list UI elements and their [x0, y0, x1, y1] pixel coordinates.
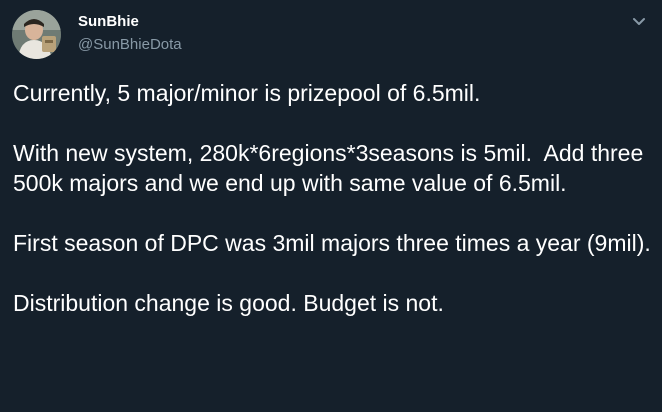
tweet-paragraph: Currently, 5 major/minor is prizepool of…	[13, 80, 481, 106]
tweet-text: Currently, 5 major/minor is prizepool of…	[13, 78, 653, 318]
tweet-paragraph: With new system, 280k*6regions*3seasons …	[13, 140, 650, 196]
author-display-name[interactable]: SunBhie	[78, 13, 139, 31]
avatar-image	[12, 10, 61, 59]
tweet-card: SunBhie @SunBhieDota Currently, 5 major/…	[0, 0, 662, 412]
chevron-down-icon[interactable]	[628, 10, 650, 32]
avatar[interactable]	[12, 10, 61, 59]
tweet-paragraph: Distribution change is good. Budget is n…	[13, 290, 444, 316]
tweet-paragraph: First season of DPC was 3mil majors thre…	[13, 230, 651, 256]
author-handle[interactable]: @SunBhieDota	[78, 36, 182, 54]
